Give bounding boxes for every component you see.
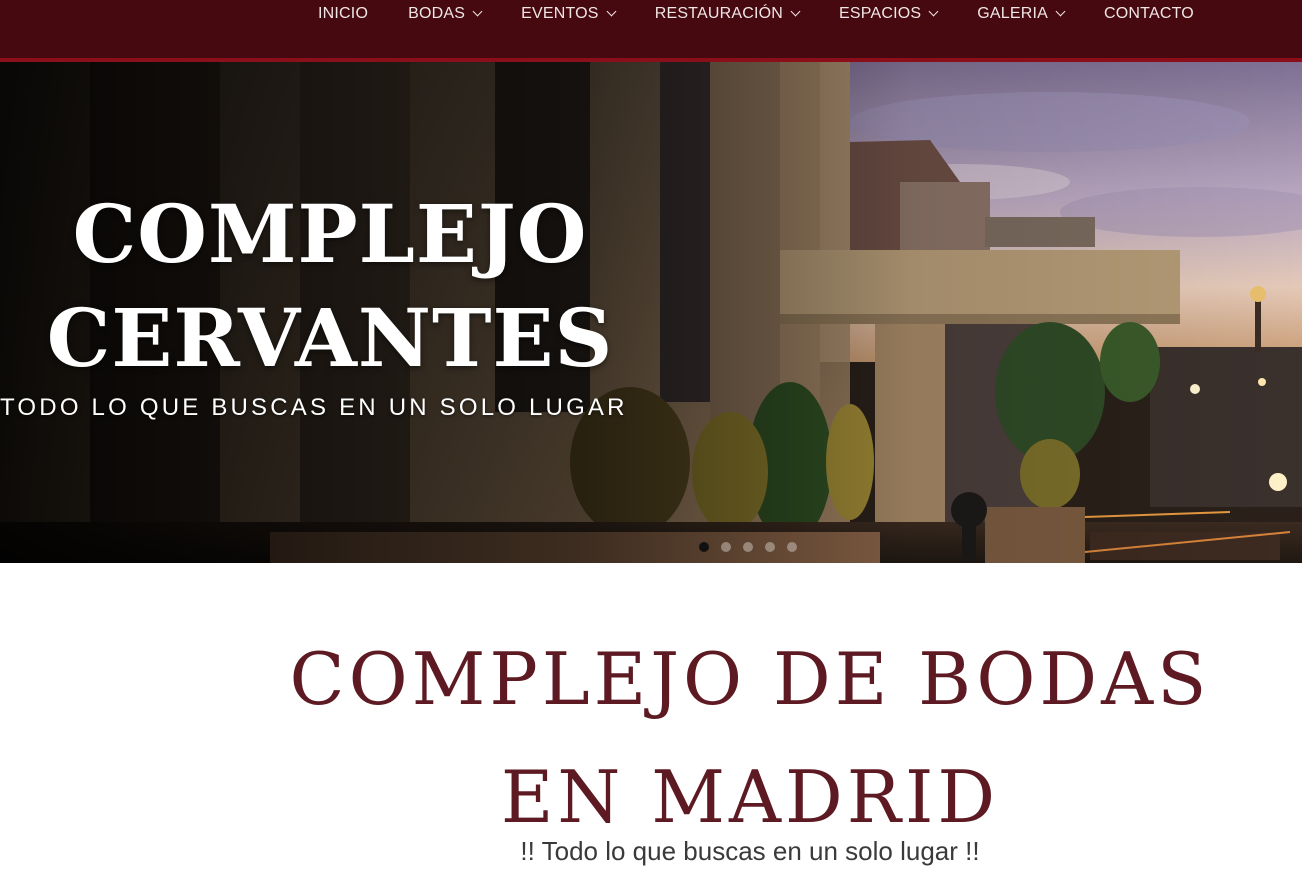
chevron-down-icon xyxy=(928,6,939,17)
slider-pagination xyxy=(699,542,809,552)
nav-item-label: RESTAURACIÓN xyxy=(654,5,784,22)
nav-item-espacios[interactable]: ESPACIOS xyxy=(839,5,939,23)
page-tagline: !! Todo lo que buscas en un solo lugar !… xyxy=(520,836,980,866)
nav-item-contacto[interactable]: CONTACTO xyxy=(1104,5,1194,23)
hero-title: COMPLEJO CERVANTES xyxy=(0,182,660,390)
nav-item-galeria[interactable]: GALERIA xyxy=(977,5,1066,23)
page-title: COMPLEJO DE BODAS EN MADRID xyxy=(215,620,1285,856)
nav-item-bodas[interactable]: BODAS xyxy=(408,5,483,23)
hero-slider: COMPLEJO CERVANTES TODO LO QUE BUSCAS EN… xyxy=(0,62,1302,563)
slider-dot-5[interactable] xyxy=(787,542,797,552)
main-menu: INICIO BODAS EVENTOS RESTAURACIÓN ESPACI… xyxy=(318,4,1194,24)
nav-item-restauracion[interactable]: RESTAURACIÓN xyxy=(654,5,801,23)
nav-item-label: INICIO xyxy=(318,5,369,22)
nav-item-label: BODAS xyxy=(408,5,466,22)
slider-dot-2[interactable] xyxy=(721,542,731,552)
chevron-down-icon xyxy=(606,6,617,17)
hero-title-line-1: COMPLEJO xyxy=(72,187,588,281)
top-navigation-bar: INICIO BODAS EVENTOS RESTAURACIÓN ESPACI… xyxy=(0,0,1302,62)
nav-item-eventos[interactable]: EVENTOS xyxy=(521,5,617,23)
nav-item-label: ESPACIOS xyxy=(839,5,922,22)
nav-item-inicio[interactable]: INICIO xyxy=(318,5,368,23)
chevron-down-icon xyxy=(1055,6,1066,17)
page-title-line-1: COMPLEJO DE BODAS xyxy=(289,637,1211,721)
nav-item-label: EVENTOS xyxy=(521,5,599,22)
nav-item-label: CONTACTO xyxy=(1104,5,1194,22)
hero-subtitle: TODO LO QUE BUSCAS EN UN SOLO LUGAR xyxy=(0,394,628,421)
chevron-down-icon xyxy=(472,6,483,17)
slider-dot-3[interactable] xyxy=(743,542,753,552)
slider-dot-1[interactable] xyxy=(699,542,709,552)
hero-title-line-2: CERVANTES xyxy=(46,291,614,385)
chevron-down-icon xyxy=(790,6,801,17)
slider-dot-4[interactable] xyxy=(765,542,775,552)
nav-item-label: GALERIA xyxy=(977,5,1049,22)
